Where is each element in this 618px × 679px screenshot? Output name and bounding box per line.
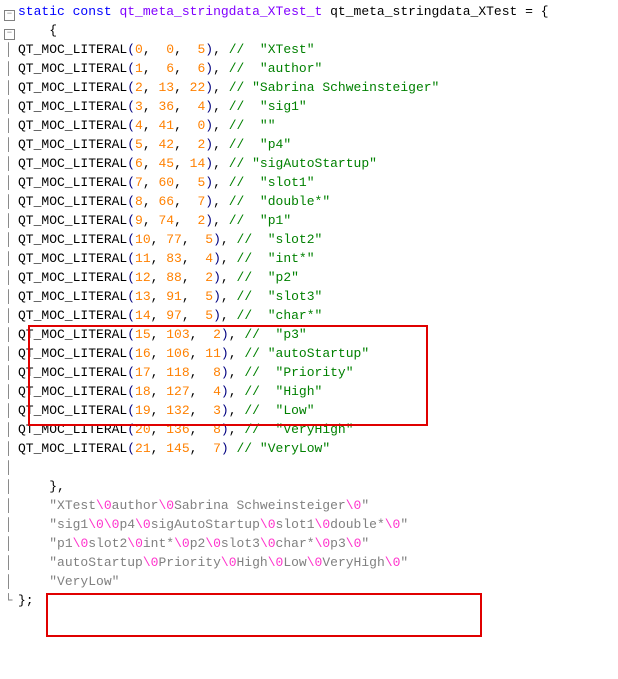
moc-literal-21: │QT_MOC_LITERAL(21, 145, 7) // "VeryLow" — [4, 439, 614, 458]
moc-literal-4: │QT_MOC_LITERAL(4, 41, 0), // "" — [4, 116, 614, 135]
moc-literal-11: │QT_MOC_LITERAL(11, 83, 4), // "int*" — [4, 249, 614, 268]
moc-literal-19: │QT_MOC_LITERAL(19, 132, 3), // "Low" — [4, 401, 614, 420]
string-literal-4: │ "VeryLow" — [4, 572, 614, 591]
close-outer: └}; — [4, 591, 614, 610]
moc-literal-13: │QT_MOC_LITERAL(13, 91, 5), // "slot3" — [4, 287, 614, 306]
moc-literal-8: │QT_MOC_LITERAL(8, 66, 7), // "double*" — [4, 192, 614, 211]
moc-literal-5: │QT_MOC_LITERAL(5, 42, 2), // "p4" — [4, 135, 614, 154]
string-literal-3: │ "autoStartup\0Priority\0High\0Low\0Ver… — [4, 553, 614, 572]
moc-literal-15: │QT_MOC_LITERAL(15, 103, 2), // "p3" — [4, 325, 614, 344]
string-literal-0: │ "XTest\0author\0Sabrina Schweinsteiger… — [4, 496, 614, 515]
close-inner: │ }, — [4, 477, 614, 496]
moc-literal-1: │QT_MOC_LITERAL(1, 6, 6), // "author" — [4, 59, 614, 78]
moc-literal-14: │QT_MOC_LITERAL(14, 97, 5), // "char*" — [4, 306, 614, 325]
open-brace: − { — [4, 21, 614, 40]
moc-literal-18: │QT_MOC_LITERAL(18, 127, 4), // "High" — [4, 382, 614, 401]
moc-literal-9: │QT_MOC_LITERAL(9, 74, 2), // "p1" — [4, 211, 614, 230]
decl-line: −static const qt_meta_stringdata_XTest_t… — [4, 2, 614, 21]
string-literal-1: │ "sig1\0\0p4\0sigAutoStartup\0slot1\0do… — [4, 515, 614, 534]
moc-literal-10: │QT_MOC_LITERAL(10, 77, 5), // "slot2" — [4, 230, 614, 249]
moc-literal-16: │QT_MOC_LITERAL(16, 106, 11), // "autoSt… — [4, 344, 614, 363]
moc-literal-6: │QT_MOC_LITERAL(6, 45, 14), // "sigAutoS… — [4, 154, 614, 173]
moc-literal-3: │QT_MOC_LITERAL(3, 36, 4), // "sig1" — [4, 97, 614, 116]
moc-literal-2: │QT_MOC_LITERAL(2, 13, 22), // "Sabrina … — [4, 78, 614, 97]
string-literal-2: │ "p1\0slot2\0int*\0p2\0slot3\0char*\0p3… — [4, 534, 614, 553]
moc-literal-17: │QT_MOC_LITERAL(17, 118, 8), // "Priorit… — [4, 363, 614, 382]
moc-literal-0: │QT_MOC_LITERAL(0, 0, 5), // "XTest" — [4, 40, 614, 59]
moc-literal-12: │QT_MOC_LITERAL(12, 88, 2), // "p2" — [4, 268, 614, 287]
moc-literal-20: │QT_MOC_LITERAL(20, 136, 8), // "VeryHig… — [4, 420, 614, 439]
moc-literal-7: │QT_MOC_LITERAL(7, 60, 5), // "slot1" — [4, 173, 614, 192]
spacer: │ — [4, 458, 614, 477]
